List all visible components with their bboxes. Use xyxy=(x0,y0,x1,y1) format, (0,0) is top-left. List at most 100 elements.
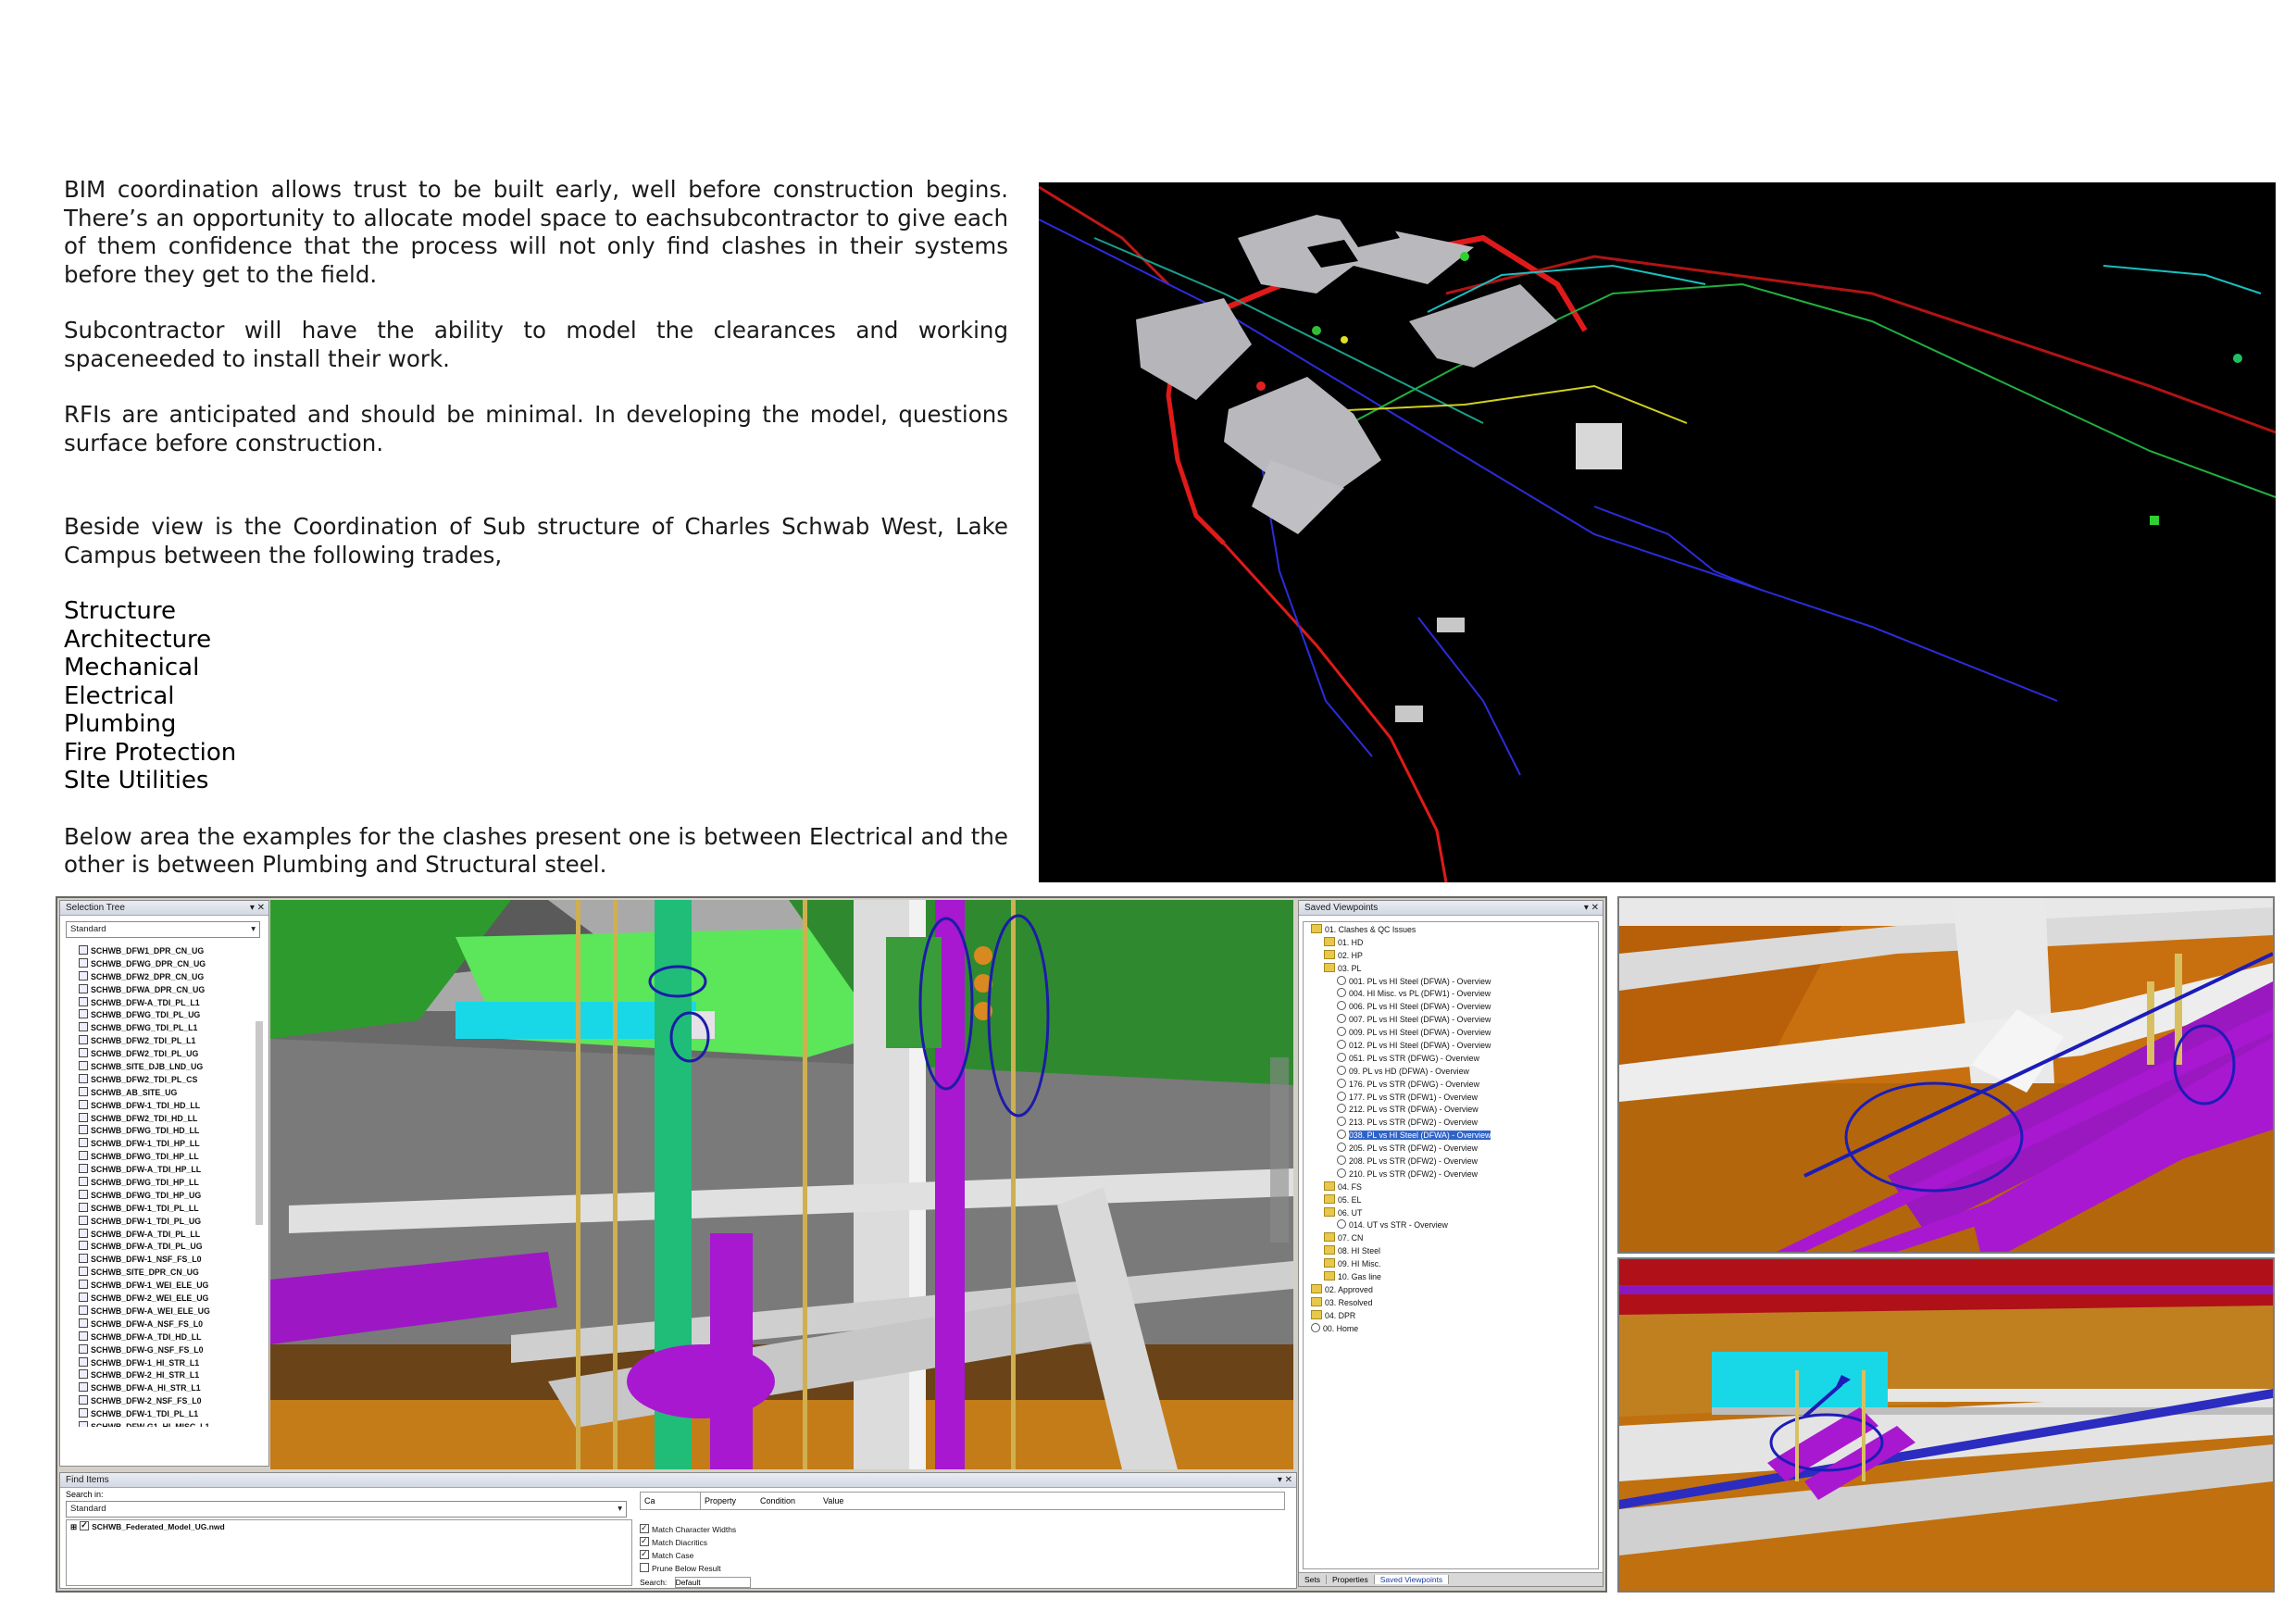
layer-icon xyxy=(79,1305,88,1315)
viewpoint-item[interactable]: 05. EL xyxy=(1307,1193,1594,1207)
find-option[interactable]: Match Diacritics xyxy=(640,1534,736,1549)
viewpoint-item[interactable]: 176. PL vs STR (DFWG) - Overview xyxy=(1307,1078,1594,1092)
viewpoints-tab-bar: Sets Properties Saved Viewpoints xyxy=(1299,1572,1603,1586)
search-mode-value[interactable]: Default xyxy=(674,1577,751,1588)
tree-item[interactable]: SCHWB_DFW-1_WEI_ELE_UG xyxy=(66,1280,242,1293)
tree-item[interactable]: SCHWB_DFW-1_NSF_FS_L0 xyxy=(66,1254,242,1267)
tree-item[interactable]: SCHWB_DFW1_DPR_CN_UG xyxy=(66,945,242,958)
tree-item[interactable]: SCHWB_SITE_DJB_LND_UG xyxy=(66,1061,242,1074)
find-option[interactable]: Match Character Widths xyxy=(640,1521,736,1536)
viewpoint-item[interactable]: 213. PL vs STR (DFW2) - Overview xyxy=(1307,1117,1594,1130)
tree-item[interactable]: SCHWB_DFW-A_TDI_PL_UG xyxy=(66,1241,242,1254)
viewpoint-item[interactable]: 208. PL vs STR (DFW2) - Overview xyxy=(1307,1156,1594,1168)
viewpoint-item[interactable]: 007. PL vs HI Steel (DFWA) - Overview xyxy=(1307,1014,1594,1027)
tree-item[interactable]: SCHWB_DFW-2_NSF_FS_L0 xyxy=(66,1395,242,1408)
viewpoint-item[interactable]: 210. PL vs STR (DFW2) - Overview xyxy=(1307,1168,1594,1181)
viewpoint-item[interactable]: 10. Gas line xyxy=(1307,1271,1594,1284)
tree-item[interactable]: SCHWB_DFW-A_TDI_PL_LL xyxy=(66,1228,242,1242)
viewpoint-item[interactable]: 177. PL vs STR (DFW1) - Overview xyxy=(1307,1091,1594,1105)
viewpoint-item[interactable]: 04. DPR xyxy=(1307,1309,1594,1323)
viewpoint-item[interactable]: 09. HI Misc. xyxy=(1307,1258,1594,1271)
model-file-item[interactable]: ⊞ SCHWB_Federated_Model_UG.nwd xyxy=(67,1518,631,1533)
tree-item[interactable]: SCHWB_DFW-A_TDI_HP_LL xyxy=(66,1164,242,1177)
viewpoint-item[interactable]: 02. Approved xyxy=(1307,1283,1594,1297)
tree-item[interactable]: SCHWB_DFW-2_WEI_ELE_UG xyxy=(66,1293,242,1305)
tree-item[interactable]: SCHWB_SITE_DPR_CN_UG xyxy=(66,1267,242,1280)
tree-item[interactable]: SCHWB_DFW-A_TDI_HD_LL xyxy=(66,1330,242,1344)
tree-item[interactable]: SCHWB_DFW-1_TDI_PL_UG xyxy=(66,1215,242,1229)
tab-properties[interactable]: Properties xyxy=(1327,1575,1375,1584)
tree-item[interactable]: SCHWB_DFW-G_NSF_FS_L0 xyxy=(66,1343,242,1357)
tree-item[interactable]: SCHWB_DFW-1_TDI_HP_LL xyxy=(66,1138,242,1151)
find-option[interactable]: Prune Below Result xyxy=(640,1562,736,1575)
tree-item[interactable]: SCHWB_DFW-1_TDI_PL_LL xyxy=(66,1202,242,1216)
viewpoint-item[interactable]: 01. Clashes & QC Issues xyxy=(1307,924,1594,937)
tree-item[interactable]: SCHWB_DFW-2_HI_STR_L1 xyxy=(66,1369,242,1382)
tree-item[interactable]: SCHWB_DFW-A_NSF_FS_L0 xyxy=(66,1318,242,1331)
viewpoint-item[interactable]: 06. UT xyxy=(1307,1206,1594,1220)
viewpoint-item[interactable]: 004. HI Misc. vs PL (DFW1) - Overview xyxy=(1307,988,1594,1001)
scrollbar[interactable] xyxy=(256,1021,263,1225)
viewpoint-item[interactable]: 006. PL vs HI Steel (DFWA) - Overview xyxy=(1307,1001,1594,1014)
tree-item[interactable]: SCHWB_DFWG_DPR_CN_UG xyxy=(66,957,242,971)
viewpoint-item[interactable]: 04. FS xyxy=(1307,1181,1594,1194)
tree-item[interactable]: SCHWB_DFW-A_HI_STR_L1 xyxy=(66,1382,242,1395)
viewpoint-item[interactable]: 03. PL xyxy=(1307,962,1594,976)
viewpoint-item[interactable]: 00. Home xyxy=(1307,1322,1594,1336)
viewpoint-item[interactable]: 03. Resolved xyxy=(1307,1296,1594,1310)
condition-column-header[interactable]: Condition xyxy=(756,1493,819,1509)
tree-item-label: SCHWB_DFW-A_TDI_PL_LL xyxy=(91,1229,201,1239)
viewpoint-item[interactable]: 07. CN xyxy=(1307,1232,1594,1245)
tree-item[interactable]: SCHWB_DFW-1_TDI_PL_L1 xyxy=(66,1408,242,1421)
tree-item[interactable]: SCHWB_DFWG_TDI_HP_LL xyxy=(66,1177,242,1190)
panel-controls[interactable]: ▾ ✕ xyxy=(250,901,265,915)
tree-item-label: SCHWB_DFWG_TDI_PL_UG xyxy=(91,1010,201,1020)
viewpoint-label: 02. HP xyxy=(1338,950,1363,960)
search-in-select[interactable]: Standard ▾ xyxy=(66,1501,627,1518)
trade-item: Plumbing xyxy=(64,710,177,738)
viewpoint-item[interactable]: 205. PL vs STR (DFW2) - Overview xyxy=(1307,1143,1594,1156)
viewpoint-item[interactable]: 038. PL vs HI Steel (DFWA) - Overview xyxy=(1307,1130,1594,1143)
tab-saved-viewpoints[interactable]: Saved Viewpoints xyxy=(1374,1575,1450,1584)
value-column-header[interactable]: Value xyxy=(819,1493,879,1509)
category-column-header[interactable]: Ca xyxy=(641,1493,701,1509)
viewpoint-item[interactable]: 08. HI Steel xyxy=(1307,1245,1594,1258)
tree-item[interactable]: SCHWB_DFW-G1_HI_MISC_L1 xyxy=(66,1420,242,1427)
viewpoint-item[interactable]: 02. HP xyxy=(1307,949,1594,963)
tree-item[interactable]: SCHWB_DFWG_TDI_HD_LL xyxy=(66,1125,242,1138)
viewpoint-item[interactable]: 212. PL vs STR (DFWA) - Overview xyxy=(1307,1104,1594,1117)
tree-item[interactable]: SCHWB_DFWG_TDI_HP_LL xyxy=(66,1151,242,1164)
viewpoint-item[interactable]: 014. UT vs STR - Overview xyxy=(1307,1219,1594,1232)
tree-item[interactable]: SCHWB_DFWA_DPR_CN_UG xyxy=(66,983,242,997)
viewpoint-item[interactable]: 001. PL vs HI Steel (DFWA) - Overview xyxy=(1307,975,1594,989)
tree-item[interactable]: SCHWB_DFW-1_TDI_HD_LL xyxy=(66,1099,242,1113)
viewpoint-item[interactable]: 09. PL vs HD (DFWA) - Overview xyxy=(1307,1065,1594,1079)
clash-3d-viewport[interactable] xyxy=(270,900,1293,1469)
tree-item[interactable]: SCHWB_DFW-A_WEI_ELE_UG xyxy=(66,1305,242,1318)
viewpoint-item[interactable]: 051. PL vs STR (DFWG) - Overview xyxy=(1307,1052,1594,1066)
panel-controls[interactable]: ▾ ✕ xyxy=(1278,1473,1292,1487)
property-column-header[interactable]: Property xyxy=(701,1493,756,1509)
viewpoint-item[interactable]: 012. PL vs HI Steel (DFWA) - Overview xyxy=(1307,1040,1594,1053)
tree-item[interactable]: SCHWB_AB_SITE_UG xyxy=(66,1086,242,1100)
tree-item[interactable]: SCHWB_DFWG_TDI_HP_UG xyxy=(66,1189,242,1203)
panel-controls[interactable]: ▾ ✕ xyxy=(1584,901,1599,915)
tree-item[interactable]: SCHWB_DFWG_TDI_PL_L1 xyxy=(66,1022,242,1035)
tree-item[interactable]: SCHWB_DFW-1_HI_STR_L1 xyxy=(66,1356,242,1370)
tree-item[interactable]: SCHWB_DFW2_DPR_CN_UG xyxy=(66,970,242,984)
tree-item[interactable]: SCHWB_DFWG_TDI_PL_UG xyxy=(66,1009,242,1022)
tree-item[interactable]: SCHWB_DFW2_TDI_HD_LL xyxy=(66,1112,242,1126)
tree-item[interactable]: SCHWB_DFW2_TDI_PL_CS xyxy=(66,1073,242,1087)
viewpoint-item[interactable]: 009. PL vs HI Steel (DFWA) - Overview xyxy=(1307,1027,1594,1040)
clash-review-window: Selection Tree ▾ ✕ Standard ▾ SCHWB_DFW1… xyxy=(56,896,1607,1593)
tab-sets[interactable]: Sets xyxy=(1299,1575,1328,1584)
tree-item[interactable]: SCHWB_DFW2_TDI_PL_UG xyxy=(66,1048,242,1061)
selection-tree-mode-select[interactable]: Standard ▾ xyxy=(66,921,260,938)
viewpoint-item[interactable]: 01. HD xyxy=(1307,936,1594,950)
tree-item[interactable]: SCHWB_DFW-A_TDI_PL_L1 xyxy=(66,996,242,1010)
tree-item[interactable]: SCHWB_DFW2_TDI_PL_L1 xyxy=(66,1035,242,1048)
intro-paragraph-5: Below area the examples for the clashes … xyxy=(64,822,1008,879)
find-option[interactable]: Match Case xyxy=(640,1547,736,1562)
selection-tree-mode: Standard xyxy=(70,924,106,934)
layer-icon xyxy=(79,970,88,981)
